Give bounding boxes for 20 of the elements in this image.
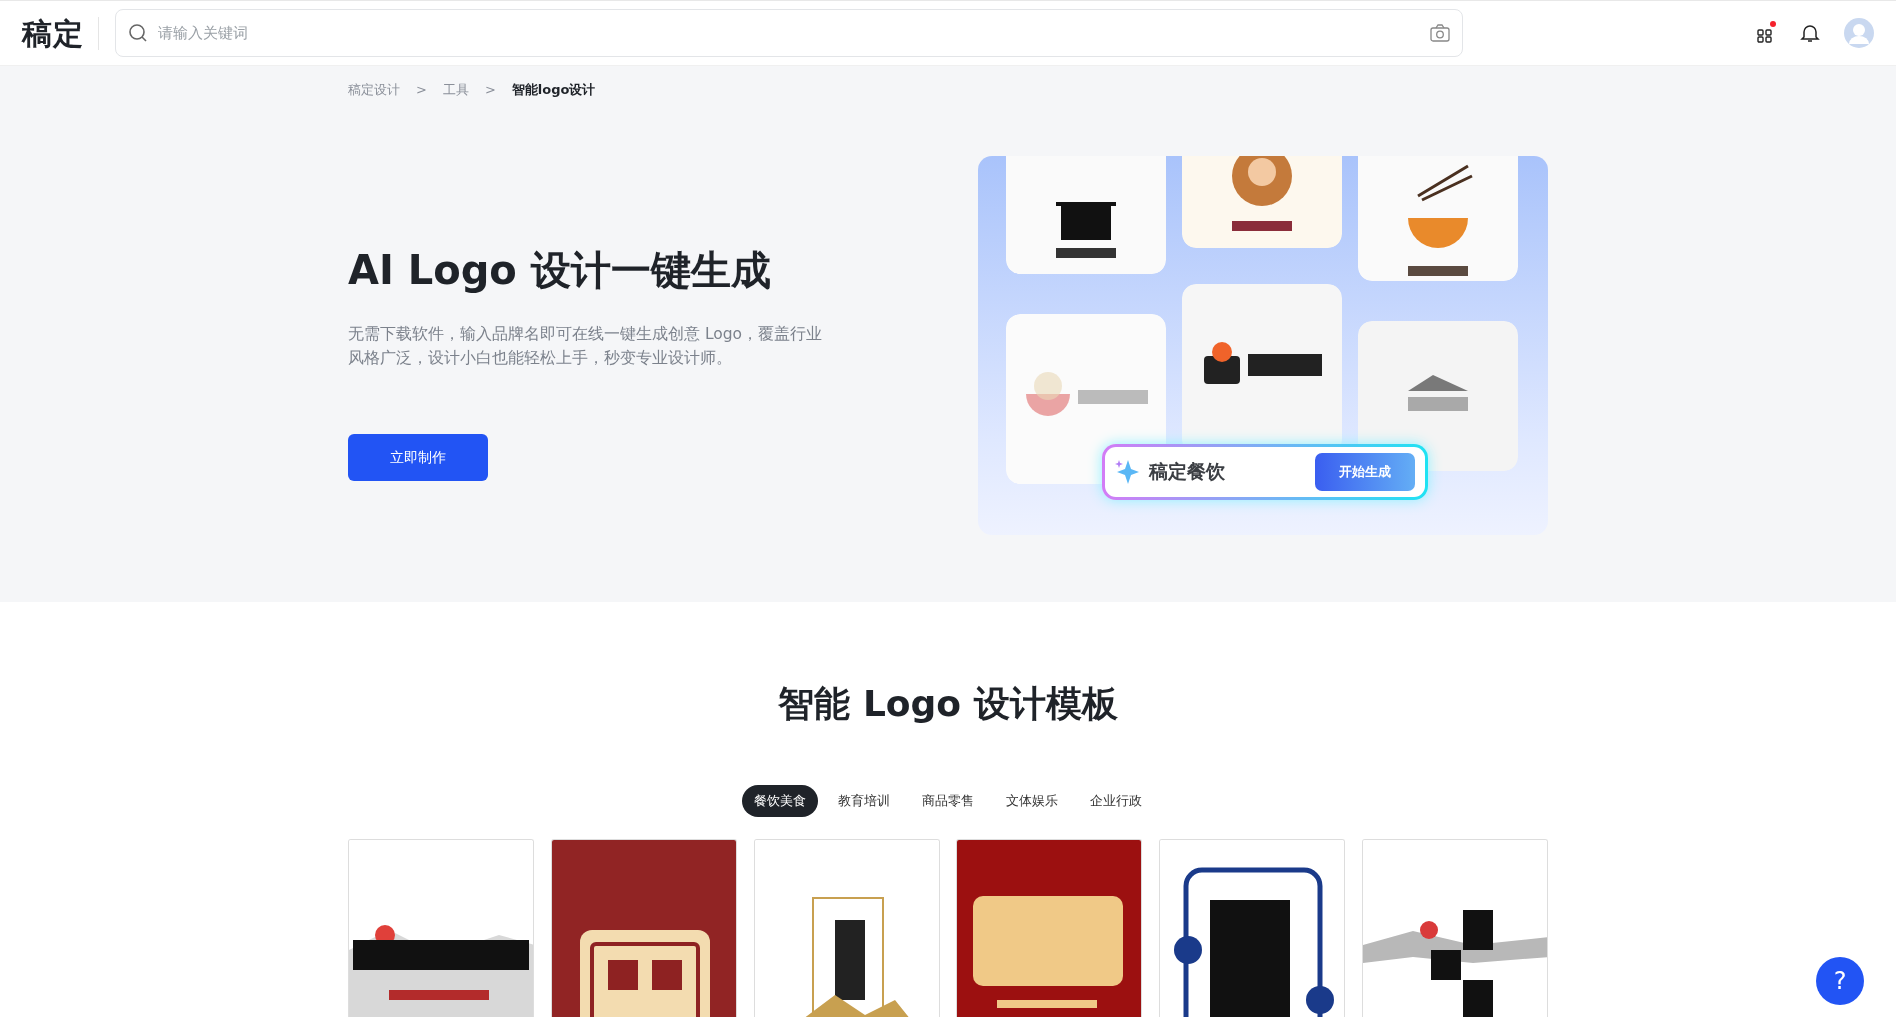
input-text: 稿定餐饮 <box>1149 459 1226 485</box>
search-field[interactable]: 请输入关键词 <box>156 20 1422 46</box>
create-button[interactable]: 立即制作 <box>348 433 488 481</box>
hero-title: AI Logo 设计一键生成 <box>348 245 772 294</box>
category-tab[interactable]: 文体娱乐 <box>994 785 1070 817</box>
bell-icon[interactable] <box>1800 23 1820 43</box>
hero-description: 无需下载软件，输入品牌名即可在线一键生成创意 Logo，覆盖行业风格广泛，设计小白也能轻松上手，秒变专业设计师。 <box>348 323 824 369</box>
generate-button[interactable]: 开始生成 <box>1315 452 1415 491</box>
section-title: 智能 Logo 设计模板 <box>777 682 1119 726</box>
breadcrumb-separator: > <box>484 81 496 99</box>
logo[interactable]: 稿定 <box>22 16 99 50</box>
category-tab[interactable]: 企业行政 <box>1078 785 1154 817</box>
search-bar[interactable]: 请输入关键词 <box>115 9 1463 57</box>
breadcrumb-separator: > <box>416 81 427 99</box>
camera-icon[interactable] <box>1430 24 1450 42</box>
category-tab[interactable]: 教育培训 <box>826 785 902 817</box>
search-icon <box>128 23 148 43</box>
help-button[interactable]: ? <box>1816 957 1864 1005</box>
category-tab[interactable]: 商品零售 <box>910 785 986 817</box>
category-tab[interactable]: 餐饮美食 <box>742 785 818 817</box>
